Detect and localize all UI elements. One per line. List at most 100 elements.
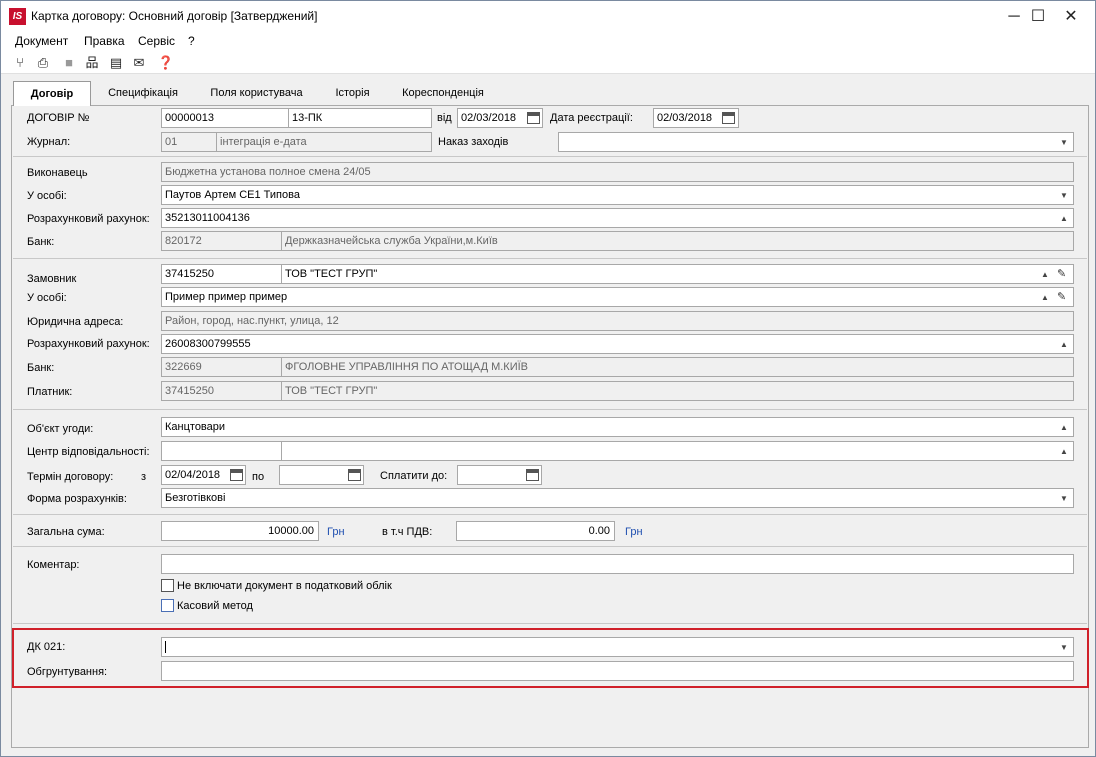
maximize-button[interactable]: ☐ bbox=[1021, 1, 1055, 32]
executor-field: Бюджетна установа полное смена 24/05 bbox=[161, 162, 1074, 182]
window: IS Картка договору: Основний договір [За… bbox=[0, 0, 1096, 757]
payer-label: Платник: bbox=[27, 386, 73, 398]
customer-address-field: Район, город, нас.пункт, улица, 12 bbox=[161, 311, 1074, 331]
executor-account-select[interactable]: 35213011004136 bbox=[161, 208, 1074, 228]
calendar-icon[interactable] bbox=[230, 469, 243, 481]
chevron-down-icon[interactable]: ▼ bbox=[1060, 494, 1068, 503]
justification-field[interactable] bbox=[161, 661, 1074, 681]
chevron-up-icon[interactable]: ▲ bbox=[1060, 447, 1068, 456]
total-sum-label: Загальна сума: bbox=[27, 526, 105, 538]
cash-method-checkbox[interactable] bbox=[161, 599, 174, 612]
executor-label: Виконавець bbox=[27, 167, 88, 179]
cash-method-label: Касовий метод bbox=[177, 600, 253, 612]
payment-form-select[interactable]: Безготівкові bbox=[161, 488, 1074, 508]
pay-until-label: Сплатити до: bbox=[380, 470, 448, 482]
vat-label: в т.ч ПДВ: bbox=[382, 526, 433, 538]
exclude-tax-label: Не включати документ в податковий облік bbox=[177, 580, 392, 592]
deal-object-label: Об'єкт угоди: bbox=[27, 423, 94, 435]
menu-help[interactable]: ? bbox=[188, 34, 195, 48]
print-icon[interactable]: ⎙ bbox=[34, 54, 52, 72]
tab-correspondence[interactable]: Кореспонденція bbox=[393, 82, 493, 104]
executor-person-label: У особі: bbox=[27, 190, 67, 202]
customer-person-field[interactable]: Пример пример пример bbox=[161, 287, 1074, 307]
help-icon[interactable]: ❓ bbox=[157, 54, 175, 72]
title-bar: IS Картка договору: Основний договір [За… bbox=[1, 1, 1095, 32]
tab-user-fields[interactable]: Поля користувача bbox=[199, 82, 314, 104]
total-sum-field[interactable]: 10000.00 bbox=[161, 521, 319, 541]
contract-number-field[interactable]: 00000013 bbox=[161, 108, 289, 128]
customer-label: Замовник bbox=[27, 273, 77, 285]
executor-bank-name-field: Держказначейська служба України,м.Київ bbox=[281, 231, 1074, 251]
deal-object-select[interactable]: Канцтовари bbox=[161, 417, 1074, 437]
from-label: від bbox=[437, 112, 452, 124]
center-code-field[interactable] bbox=[161, 441, 282, 461]
term-to-label: по bbox=[252, 471, 265, 483]
comment-label: Коментар: bbox=[27, 559, 80, 571]
chevron-down-icon[interactable]: ▼ bbox=[1060, 138, 1068, 147]
journal-code-field: 01 bbox=[161, 132, 217, 152]
chevron-up-icon[interactable]: ▲ bbox=[1041, 270, 1049, 279]
customer-address-label: Юридична адреса: bbox=[27, 316, 124, 328]
chevron-up-icon[interactable]: ▲ bbox=[1060, 340, 1068, 349]
approve-icon[interactable]: ⑂ bbox=[11, 54, 29, 72]
calendar-icon[interactable] bbox=[526, 469, 539, 481]
tab-specification[interactable]: Специфікація bbox=[99, 82, 187, 104]
window-title: Картка договору: Основний договір [Затве… bbox=[31, 9, 318, 23]
contract-number-label: ДОГОВІР № bbox=[27, 112, 90, 124]
currency-label: Грн bbox=[625, 526, 643, 538]
structure-icon[interactable]: 品 bbox=[83, 54, 101, 72]
calendar-icon[interactable] bbox=[348, 469, 361, 481]
customer-account-select[interactable]: 26008300799555 bbox=[161, 334, 1074, 354]
customer-bank-code-field: 322669 bbox=[161, 357, 282, 377]
contract-code-field[interactable]: 13-ПК bbox=[288, 108, 432, 128]
customer-bank-label: Банк: bbox=[27, 362, 55, 374]
customer-name-field[interactable]: ТОВ "ТЕСТ ГРУП" bbox=[281, 264, 1074, 284]
customer-code-field[interactable]: 37415250 bbox=[161, 264, 282, 284]
center-label: Центр відповідальності: bbox=[27, 446, 150, 458]
executor-person-select[interactable]: Паутов Артем СЕ1 Типова bbox=[161, 185, 1074, 205]
divider bbox=[13, 258, 1087, 259]
center-name-field[interactable] bbox=[281, 441, 1074, 461]
executor-bank-code-field: 820172 bbox=[161, 231, 282, 251]
order-select[interactable] bbox=[558, 132, 1074, 152]
tab-history[interactable]: Історія bbox=[325, 82, 380, 104]
edit-icon[interactable]: ✎ bbox=[1057, 290, 1066, 303]
menu-document[interactable]: Документ bbox=[15, 34, 68, 48]
text-cursor bbox=[165, 641, 166, 653]
currency-label: Грн bbox=[327, 526, 345, 538]
exclude-tax-checkbox[interactable] bbox=[161, 579, 174, 592]
calendar-icon[interactable] bbox=[722, 112, 735, 124]
menu-bar: Документ Правка Сервіс ? bbox=[1, 32, 1095, 52]
dk021-select[interactable] bbox=[161, 637, 1074, 657]
divider bbox=[13, 156, 1087, 157]
stop-icon[interactable]: ■ bbox=[60, 54, 78, 72]
journal-name-field: інтеграція е-дата bbox=[216, 132, 432, 152]
tab-bar: Специфікація Поля користувача Історія Ко… bbox=[11, 79, 1089, 105]
chevron-up-icon[interactable]: ▲ bbox=[1060, 214, 1068, 223]
chevron-down-icon[interactable]: ▼ bbox=[1060, 191, 1068, 200]
page-icon[interactable]: ▤ bbox=[107, 54, 125, 72]
vat-field[interactable]: 0.00 bbox=[456, 521, 615, 541]
tab-contract[interactable]: Договір bbox=[13, 81, 91, 106]
order-label: Наказ заходів bbox=[438, 136, 509, 148]
customer-account-label: Розрахунковий рахунок: bbox=[27, 338, 150, 350]
edit-icon[interactable]: ✎ bbox=[1057, 267, 1066, 280]
comment-field[interactable] bbox=[161, 554, 1074, 574]
menu-edit[interactable]: Правка bbox=[84, 34, 125, 48]
close-button[interactable]: ✕ bbox=[1054, 1, 1088, 32]
toolbar: ⑂ ⎙ ■ 品 ▤ ✉ ❓ bbox=[1, 52, 1095, 74]
chevron-up-icon[interactable]: ▲ bbox=[1041, 293, 1049, 302]
chevron-up-icon[interactable]: ▲ bbox=[1060, 423, 1068, 432]
calendar-icon[interactable] bbox=[527, 112, 540, 124]
app-icon: IS bbox=[9, 8, 26, 25]
menu-service[interactable]: Сервіс bbox=[138, 34, 175, 48]
divider bbox=[13, 623, 1087, 624]
divider bbox=[13, 514, 1087, 515]
divider bbox=[13, 546, 1087, 547]
executor-account-label: Розрахунковий рахунок: bbox=[27, 213, 150, 225]
payer-name-field: ТОВ "ТЕСТ ГРУП" bbox=[281, 381, 1074, 401]
mail-icon[interactable]: ✉ bbox=[130, 54, 148, 72]
chevron-down-icon[interactable]: ▼ bbox=[1060, 643, 1068, 652]
reg-date-label: Дата реєстрації: bbox=[550, 112, 633, 124]
divider bbox=[13, 409, 1087, 410]
